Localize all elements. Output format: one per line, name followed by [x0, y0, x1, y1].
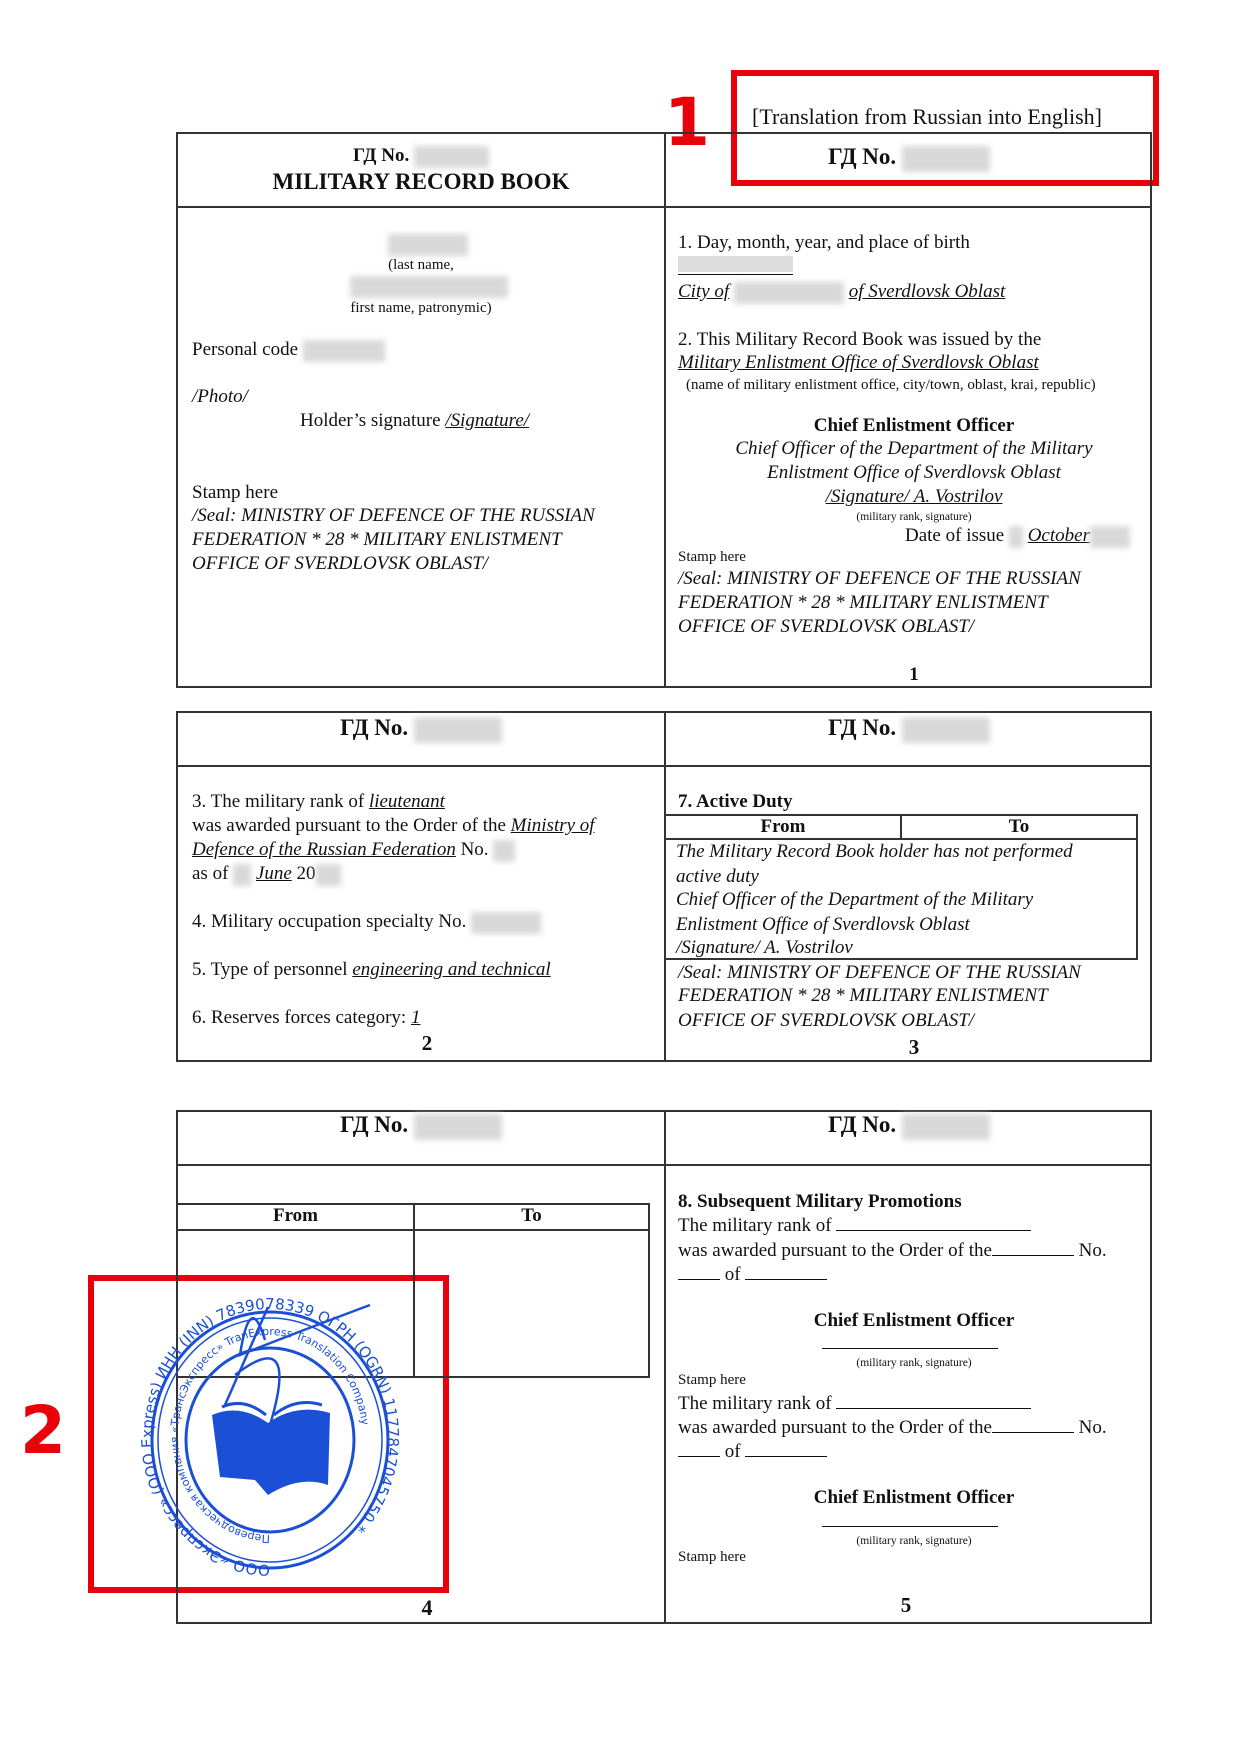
page-number: 2 [421, 1031, 433, 1055]
doc-number-page4: ГД No. [178, 1113, 664, 1140]
doc-number-page1: ГД No. [666, 145, 1152, 172]
item3-order: was awarded pursuant to the Order of the… [192, 815, 595, 836]
seal-line: OFFICE OF SVERDLOVSK OBLAST/ [678, 616, 975, 637]
chief-line: Enlistment Office of Sverdlovsk Oblast [767, 462, 1061, 483]
birth-date-redacted [678, 256, 793, 282]
first-name-redacted [350, 274, 508, 298]
stamp-here-label: Stamp here [678, 1549, 746, 1565]
doc-number-page2: ГД No. [178, 716, 664, 743]
col-from: From [272, 1205, 319, 1226]
birth-place: City of of Sverdlovsk Oblast [678, 281, 1006, 304]
page-number: 4 [421, 1595, 433, 1620]
duty-line: Chief Officer of the Department of the M… [676, 889, 1034, 910]
page-number: 5 [900, 1593, 912, 1617]
stamp-here-label: Stamp here [192, 482, 279, 503]
duty-line: /Signature/ A. Vostrilov [676, 937, 853, 958]
chief-title: Chief Enlistment Officer [813, 1310, 1015, 1331]
personal-code: Personal code [192, 338, 385, 362]
promotion-rank: The military rank of [678, 1390, 1032, 1416]
translation-company-stamp: ООО «Экспресс» (OOO Express) ИНН (INN) 7… [140, 1295, 400, 1579]
duty-line: active duty [676, 866, 759, 887]
seal-line: /Seal: MINISTRY OF DEFENCE OF THE RUSSIA… [678, 962, 1081, 983]
page-number: 3 [908, 1035, 920, 1059]
item3-date: as of June 20 [192, 862, 341, 886]
date-of-issue: Date of issue October [905, 524, 1130, 548]
promotion-order: was awarded pursuant to the Order of the… [678, 1237, 1107, 1263]
page-number: 1 [909, 664, 919, 685]
item7-title: 7. Active Duty [678, 791, 793, 812]
first-name-caption: first name, patronymic) [350, 300, 492, 316]
col-to: To [1008, 816, 1030, 837]
page-title: MILITARY RECORD BOOK [272, 169, 570, 194]
promotion-date: of [678, 1261, 828, 1287]
seal-line: /Seal: MINISTRY OF DEFENCE OF THE RUSSIA… [678, 568, 1081, 589]
seal-line: FEDERATION * 28 * MILITARY ENLISTMENT [192, 529, 562, 550]
duty-line: The Military Record Book holder has not … [676, 841, 1073, 862]
item1-label: 1. Day, month, year, and place of birth [678, 232, 970, 253]
stamp-here-label: Stamp here [678, 1372, 746, 1388]
col-from: From [760, 816, 806, 837]
item8-title: 8. Subsequent Military Promotions [678, 1191, 962, 1212]
seal-line: OFFICE OF SVERDLOVSK OBLAST/ [192, 553, 489, 574]
chief-title: Chief Enlistment Officer [813, 415, 1015, 436]
seal-line: FEDERATION * 28 * MILITARY ENLISTMENT [678, 592, 1048, 613]
doc-number-page5: ГД No. [666, 1113, 1152, 1140]
item4-specialty: 4. Military occupation specialty No. [192, 910, 542, 934]
chief-title: Chief Enlistment Officer [813, 1487, 1015, 1508]
item3-order-cont: Defence of the Russian Federation No. [192, 838, 516, 862]
translation-note: [Translation from Russian into English] [752, 104, 1102, 129]
seal-line: /Seal: MINISTRY OF DEFENCE OF THE RUSSIA… [192, 505, 595, 526]
seal-line: FEDERATION * 28 * MILITARY ENLISTMENT [678, 985, 1048, 1006]
seal-line: OFFICE OF SVERDLOVSK OBLAST/ [678, 1010, 975, 1031]
item6-category: 6. Reserves forces category: 1 [192, 1007, 421, 1028]
doc-number-cover: ГД No. [178, 144, 664, 168]
item2-label: 2. This Military Record Book was issued … [678, 329, 1042, 350]
duty-line: Enlistment Office of Sverdlovsk Oblast [676, 914, 970, 935]
promotion-date: of [678, 1438, 828, 1464]
doc-number-page3: ГД No. [666, 716, 1152, 743]
chief-line: Chief Officer of the Department of the M… [735, 438, 1093, 459]
promotion-rank: The military rank of [678, 1212, 1032, 1238]
book-icon [212, 1409, 330, 1495]
annotation-marker-2: 2 [20, 1392, 66, 1469]
stamp-here-label: Stamp here [678, 549, 746, 565]
item3-rank: 3. The military rank of lieutenant [192, 791, 445, 812]
col-to: To [521, 1205, 542, 1226]
promotion-order: was awarded pursuant to the Order of the… [678, 1414, 1107, 1440]
item2-value: Military Enlistment Office of Sverdlovsk… [678, 352, 1039, 373]
holder-signature: Holder’s signature /Signature/ [300, 410, 530, 431]
item2-caption: (name of military enlistment office, cit… [686, 377, 1096, 393]
item5-personnel: 5. Type of personnel engineering and tec… [192, 959, 551, 980]
photo-placeholder: /Photo/ [192, 386, 248, 407]
